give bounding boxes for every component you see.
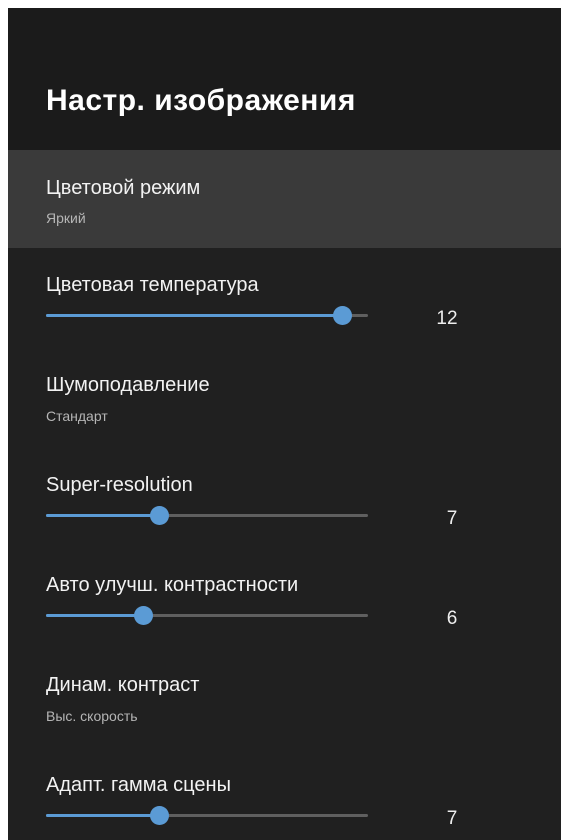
setting-noise-reduction[interactable]: Шумоподавление Стандарт (8, 348, 561, 448)
panel-header: Настр. изображения (8, 8, 561, 150)
slider-thumb[interactable] (134, 606, 153, 625)
slider-thumb[interactable] (150, 806, 169, 825)
slider-track[interactable] (46, 506, 368, 525)
setting-label: Цветовая температура (46, 274, 259, 296)
slider-thumb[interactable] (333, 306, 352, 325)
setting-label: Super-resolution (46, 474, 193, 496)
slider-fill (46, 514, 159, 517)
setting-dynamic-contrast[interactable]: Динам. контраст Выс. скорость (8, 648, 561, 748)
slider-value: 12 (436, 308, 458, 329)
setting-label: Адапт. гамма сцены (46, 774, 231, 796)
slider-fill (46, 814, 159, 817)
setting-value: Стандарт (46, 408, 108, 424)
screen: Настр. изображения Цветовой режим Яркий … (0, 0, 561, 840)
setting-label: Шумоподавление (46, 374, 210, 396)
setting-label: Цветовой режим (46, 177, 201, 199)
slider-track[interactable] (46, 306, 368, 325)
slider-track[interactable] (46, 606, 368, 625)
setting-color-temperature[interactable]: Цветовая температура 12 (8, 248, 561, 348)
slider-thumb[interactable] (150, 506, 169, 525)
setting-super-resolution[interactable]: Super-resolution 7 (8, 448, 561, 548)
slider-fill (46, 314, 342, 317)
setting-label: Авто улучш. контрастности (46, 574, 299, 596)
slider-value: 7 (446, 808, 458, 829)
slider-track[interactable] (46, 806, 368, 825)
slider-value: 6 (446, 608, 458, 629)
setting-label: Динам. контраст (46, 674, 200, 696)
setting-auto-contrast-enhancement[interactable]: Авто улучш. контрастности 6 (8, 548, 561, 648)
page-title: Настр. изображения (46, 84, 356, 117)
setting-adaptive-scene-gamma[interactable]: Адапт. гамма сцены 7 (8, 748, 561, 840)
setting-color-mode[interactable]: Цветовой режим Яркий (8, 150, 561, 248)
picture-settings-panel: Настр. изображения Цветовой режим Яркий … (8, 8, 561, 840)
slider-fill (46, 614, 143, 617)
slider-value: 7 (446, 508, 458, 529)
setting-value: Яркий (46, 210, 86, 226)
setting-value: Выс. скорость (46, 708, 138, 724)
